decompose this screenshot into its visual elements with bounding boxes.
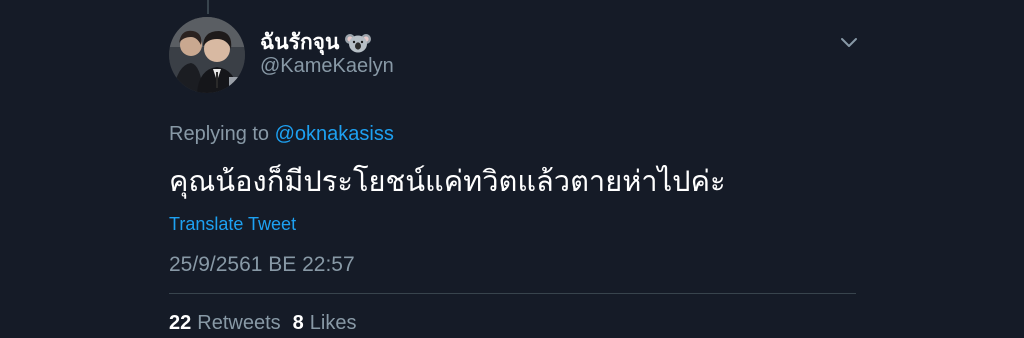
tweet-timestamp[interactable]: 25/9/2561 BE 22:57 [169, 253, 355, 277]
likes-count: 8 [292, 312, 304, 334]
avatar-image [169, 17, 245, 93]
tweet-stats: 22 Retweets 8 Likes [169, 312, 356, 335]
chevron-down-icon[interactable] [838, 36, 860, 50]
translate-tweet-link[interactable]: Translate Tweet [169, 214, 296, 235]
tweet-text: คุณน้องก็มีประโยชน์แค่ทวิตแล้วตายห่าไปค่… [169, 164, 726, 198]
koala-emoji-icon [345, 32, 372, 54]
thread-line [207, 0, 209, 14]
author-handle[interactable]: @KameKaelyn [260, 55, 394, 78]
replying-to: Replying to @oknakasiss [169, 123, 394, 146]
avatar[interactable] [169, 17, 245, 93]
replying-to-label: Replying to [169, 123, 270, 145]
divider [169, 293, 856, 294]
likes-label: Likes [309, 312, 357, 334]
retweets-stat[interactable]: 22 Retweets [169, 312, 281, 335]
reply-mention-link[interactable]: @oknakasiss [275, 123, 394, 145]
retweets-label: Retweets [197, 312, 281, 334]
retweets-count: 22 [169, 312, 192, 334]
tweet-detail: ฉันรักจุน @KameKaelyn Replying to @oknak… [0, 0, 1024, 338]
likes-stat[interactable]: 8 Likes [293, 312, 357, 335]
